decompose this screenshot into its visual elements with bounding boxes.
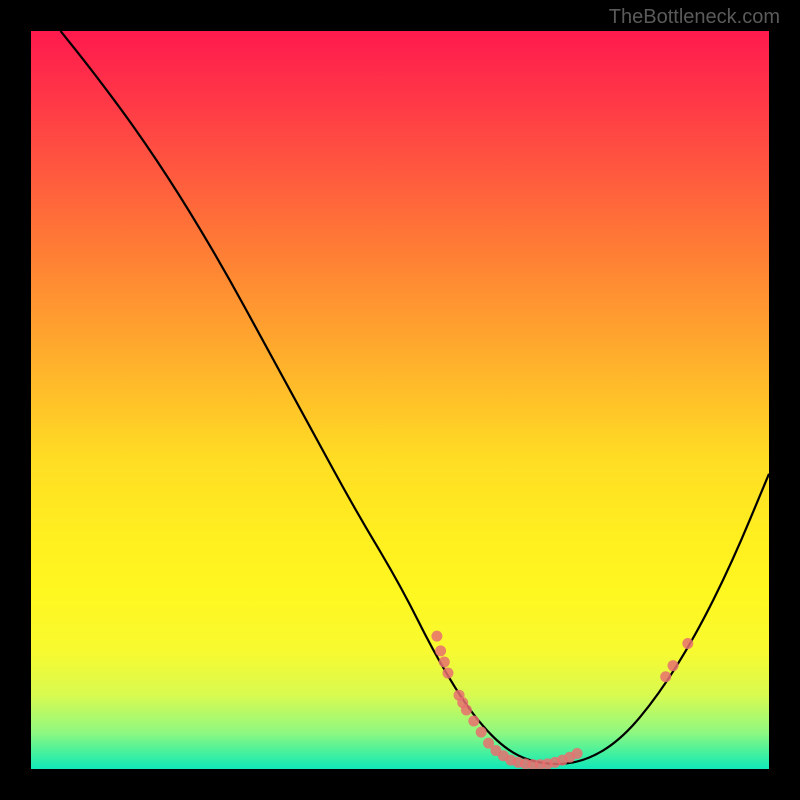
data-point <box>461 704 472 715</box>
bottleneck-curve <box>61 31 769 764</box>
data-point <box>435 645 446 656</box>
data-point <box>442 668 453 679</box>
data-point <box>431 631 442 642</box>
data-point <box>476 727 487 738</box>
data-point <box>439 656 450 667</box>
data-point <box>468 716 479 727</box>
data-point <box>572 748 583 759</box>
chart-plot-area <box>31 31 769 769</box>
chart-svg <box>31 31 769 769</box>
data-point <box>668 660 679 671</box>
data-point <box>682 638 693 649</box>
data-point <box>660 671 671 682</box>
watermark-text: TheBottleneck.com <box>609 6 780 29</box>
